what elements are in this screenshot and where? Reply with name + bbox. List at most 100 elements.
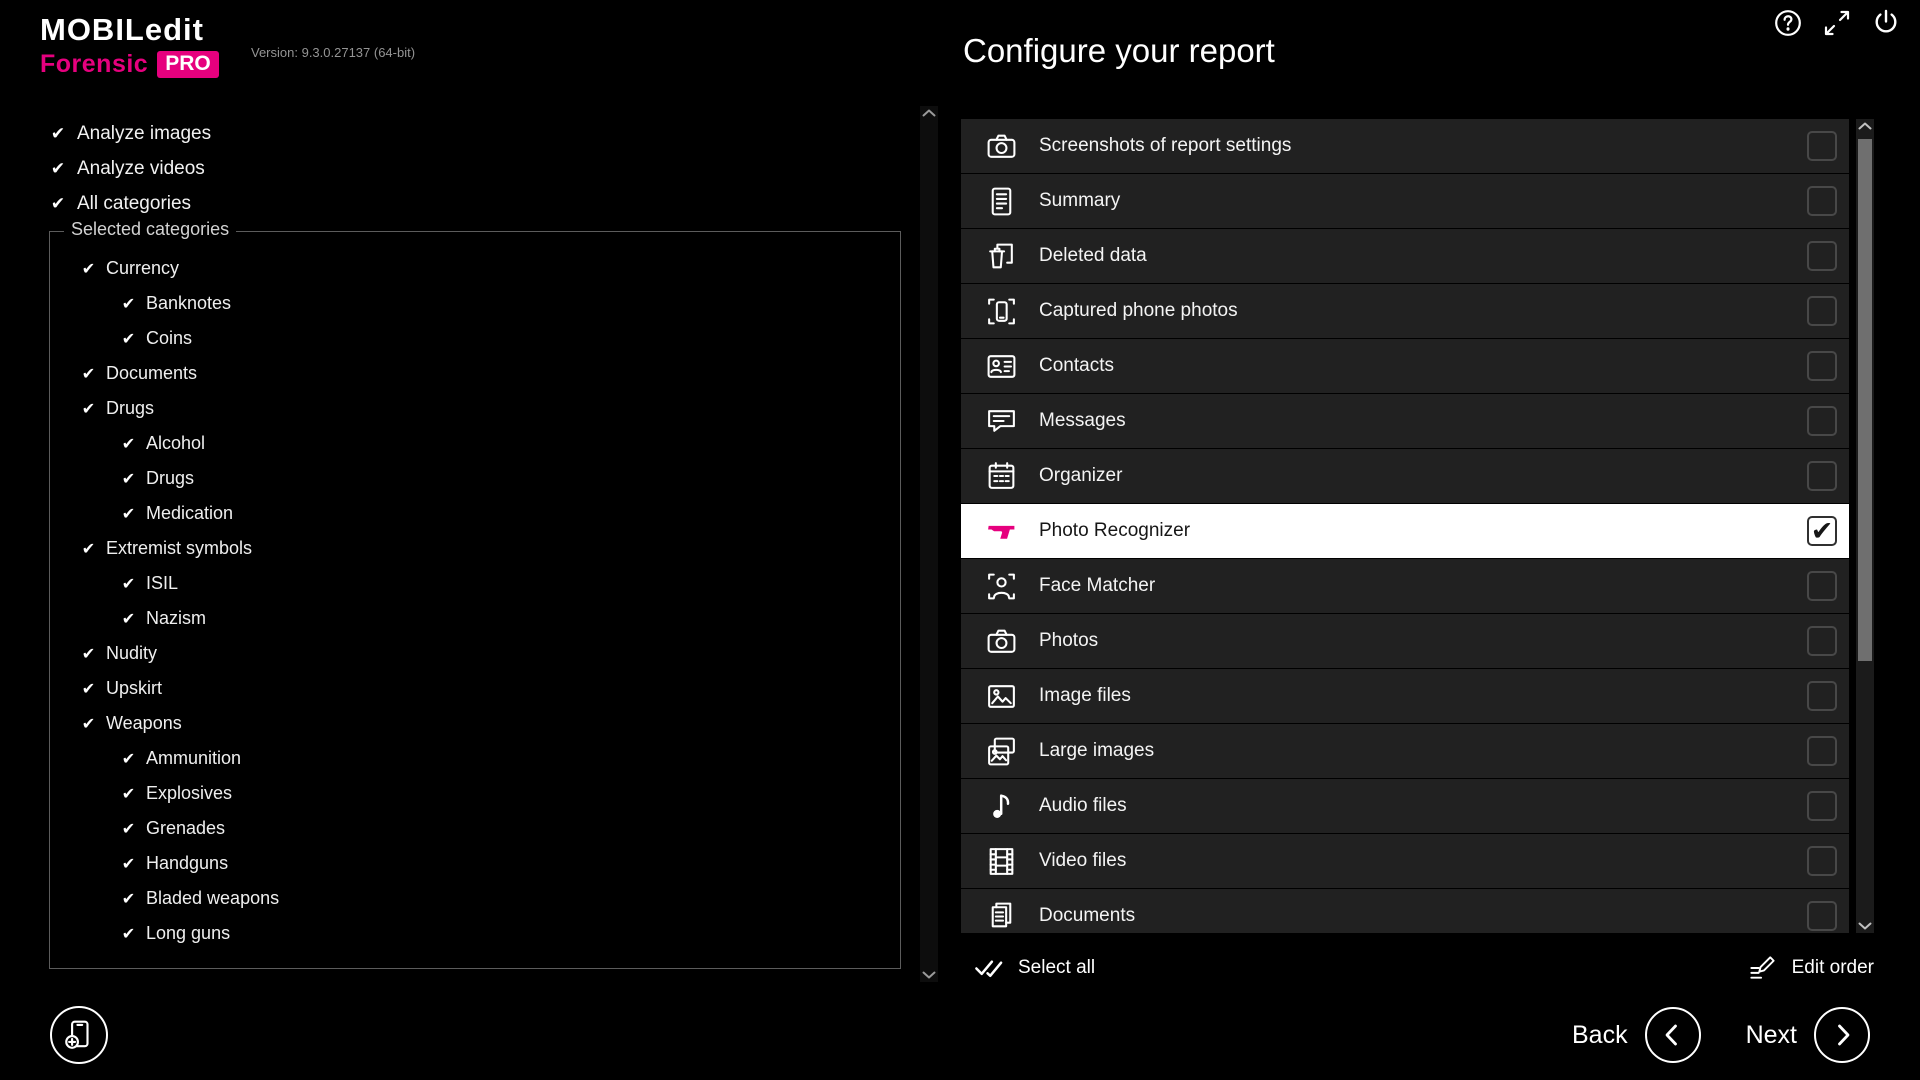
section-checkbox[interactable] xyxy=(1807,186,1837,216)
category-coins[interactable]: ✔Coins xyxy=(50,321,900,356)
analysis-options: ✔Analyze images ✔ Analyze videos ✔All categ… xyxy=(49,116,211,221)
category-long-guns[interactable]: ✔Long guns xyxy=(50,916,900,951)
category-label: Handguns xyxy=(146,853,228,874)
section-checkbox[interactable] xyxy=(1807,571,1837,601)
checkmark-icon: ✔ xyxy=(120,574,137,594)
section-checkbox[interactable] xyxy=(1807,626,1837,656)
section-checkbox[interactable] xyxy=(1807,296,1837,326)
category-upskirt[interactable]: ✔Upskirt xyxy=(50,671,900,706)
category-label: Extremist symbols xyxy=(106,538,252,559)
window-controls xyxy=(1772,7,1902,39)
sections-scrollbar[interactable] xyxy=(1856,119,1874,933)
checkmark-icon: ✔ xyxy=(120,469,137,489)
back-button[interactable] xyxy=(1645,1007,1701,1063)
category-alcohol[interactable]: ✔Alcohol xyxy=(50,426,900,461)
option-analyze-images[interactable]: ✔Analyze images xyxy=(49,116,211,151)
category-currency[interactable]: ✔Currency xyxy=(50,251,900,286)
checkmark-icon: ✔ xyxy=(120,329,137,349)
checkmark-icon: ✔ xyxy=(49,194,67,214)
category-label: Currency xyxy=(106,258,179,279)
report-section-messages[interactable]: Messages xyxy=(961,394,1849,448)
captured-phone-photos-icon xyxy=(985,295,1018,328)
section-checkbox[interactable] xyxy=(1807,901,1837,931)
category-ammunition[interactable]: ✔Ammunition xyxy=(50,741,900,776)
section-checkbox[interactable] xyxy=(1807,461,1837,491)
report-section-contacts[interactable]: Contacts xyxy=(961,339,1849,393)
select-all-label: Select all xyxy=(1018,957,1095,979)
report-section-photo-recognizer[interactable]: Photo Recognizer✔ xyxy=(961,504,1849,558)
category-isil[interactable]: ✔ISIL xyxy=(50,566,900,601)
resize-button[interactable] xyxy=(1821,7,1853,39)
add-phone-button[interactable] xyxy=(50,1006,108,1064)
checkmark-icon: ✔ xyxy=(80,714,97,734)
category-documents[interactable]: ✔Documents xyxy=(50,356,900,391)
group-title: Selected categories xyxy=(64,219,236,240)
scroll-up-icon[interactable] xyxy=(1857,121,1873,131)
section-label: Photo Recognizer xyxy=(1039,520,1807,542)
category-label: Banknotes xyxy=(146,293,231,314)
section-label: Captured phone photos xyxy=(1039,300,1807,322)
report-section-photos[interactable]: Photos xyxy=(961,614,1849,668)
category-label: Upskirt xyxy=(106,678,162,699)
category-explosives[interactable]: ✔Explosives xyxy=(50,776,900,811)
section-checkbox[interactable] xyxy=(1807,131,1837,161)
checkmark-icon: ✔ xyxy=(49,159,67,179)
category-drugs[interactable]: ✔Drugs xyxy=(50,461,900,496)
report-section-captured-phone-photos[interactable]: Captured phone photos xyxy=(961,284,1849,338)
selected-categories-group: Selected categories ✔Currency✔Banknotes✔… xyxy=(49,231,901,969)
scroll-down-icon[interactable] xyxy=(1857,921,1873,931)
category-nudity[interactable]: ✔Nudity xyxy=(50,636,900,671)
section-checkbox[interactable] xyxy=(1807,846,1837,876)
report-section-large-images[interactable]: Large images xyxy=(961,724,1849,778)
report-section-deleted-data[interactable]: Deleted data xyxy=(961,229,1849,283)
section-checkbox[interactable] xyxy=(1807,351,1837,381)
option-analyze-videos[interactable]: ✔ Analyze videos xyxy=(49,151,211,186)
page-title: Configure your report xyxy=(963,32,1275,70)
section-label: Image files xyxy=(1039,685,1807,707)
section-checkbox[interactable] xyxy=(1807,681,1837,711)
option-label: Analyze videos xyxy=(77,158,205,180)
category-medication[interactable]: ✔Medication xyxy=(50,496,900,531)
section-checkbox[interactable] xyxy=(1807,791,1837,821)
section-label: Photos xyxy=(1039,630,1807,652)
report-section-face-matcher[interactable]: Face Matcher xyxy=(961,559,1849,613)
report-section-image-files[interactable]: Image files xyxy=(961,669,1849,723)
scroll-up-icon[interactable] xyxy=(921,108,937,118)
scrollbar-thumb[interactable] xyxy=(1858,139,1872,661)
brand-name: MOBILedit xyxy=(40,12,219,48)
category-drugs[interactable]: ✔Drugs xyxy=(50,391,900,426)
category-nazism[interactable]: ✔Nazism xyxy=(50,601,900,636)
category-banknotes[interactable]: ✔Banknotes xyxy=(50,286,900,321)
top-bar: MOBILedit Forensic PRO Version: 9.3.0.27… xyxy=(0,0,1920,100)
category-extremist-symbols[interactable]: ✔Extremist symbols xyxy=(50,531,900,566)
select-all-button[interactable]: Select all xyxy=(973,953,1095,984)
image-files-icon xyxy=(985,680,1018,713)
edit-order-button[interactable]: Edit order xyxy=(1747,953,1874,984)
section-checkbox[interactable] xyxy=(1807,406,1837,436)
category-grenades[interactable]: ✔Grenades xyxy=(50,811,900,846)
section-checkbox[interactable]: ✔ xyxy=(1807,516,1837,546)
category-bladed-weapons[interactable]: ✔Bladed weapons xyxy=(50,881,900,916)
scroll-down-icon[interactable] xyxy=(921,970,937,980)
report-section-documents[interactable]: Documents xyxy=(961,889,1849,933)
option-all-categories[interactable]: ✔All categories xyxy=(49,186,211,221)
report-section-summary[interactable]: Summary xyxy=(961,174,1849,228)
report-section-audio-files[interactable]: Audio files xyxy=(961,779,1849,833)
next-button[interactable] xyxy=(1814,1007,1870,1063)
report-section-video-files[interactable]: Video files xyxy=(961,834,1849,888)
category-label: Bladed weapons xyxy=(146,888,279,909)
sections-toolbar: Select all Edit order xyxy=(961,944,1876,992)
section-checkbox[interactable] xyxy=(1807,736,1837,766)
report-section-screenshots-of-report-settings[interactable]: Screenshots of report settings xyxy=(961,119,1849,173)
checkmark-icon: ✔ xyxy=(120,434,137,454)
organizer-icon xyxy=(985,460,1018,493)
report-section-organizer[interactable]: Organizer xyxy=(961,449,1849,503)
section-checkbox[interactable] xyxy=(1807,241,1837,271)
category-handguns[interactable]: ✔Handguns xyxy=(50,846,900,881)
left-panel-scrollbar[interactable] xyxy=(920,106,938,982)
category-weapons[interactable]: ✔Weapons xyxy=(50,706,900,741)
power-button[interactable] xyxy=(1870,7,1902,39)
brand-forensic-label: Forensic xyxy=(40,50,148,79)
checkmark-icon: ✔ xyxy=(80,364,97,384)
help-button[interactable] xyxy=(1772,7,1804,39)
